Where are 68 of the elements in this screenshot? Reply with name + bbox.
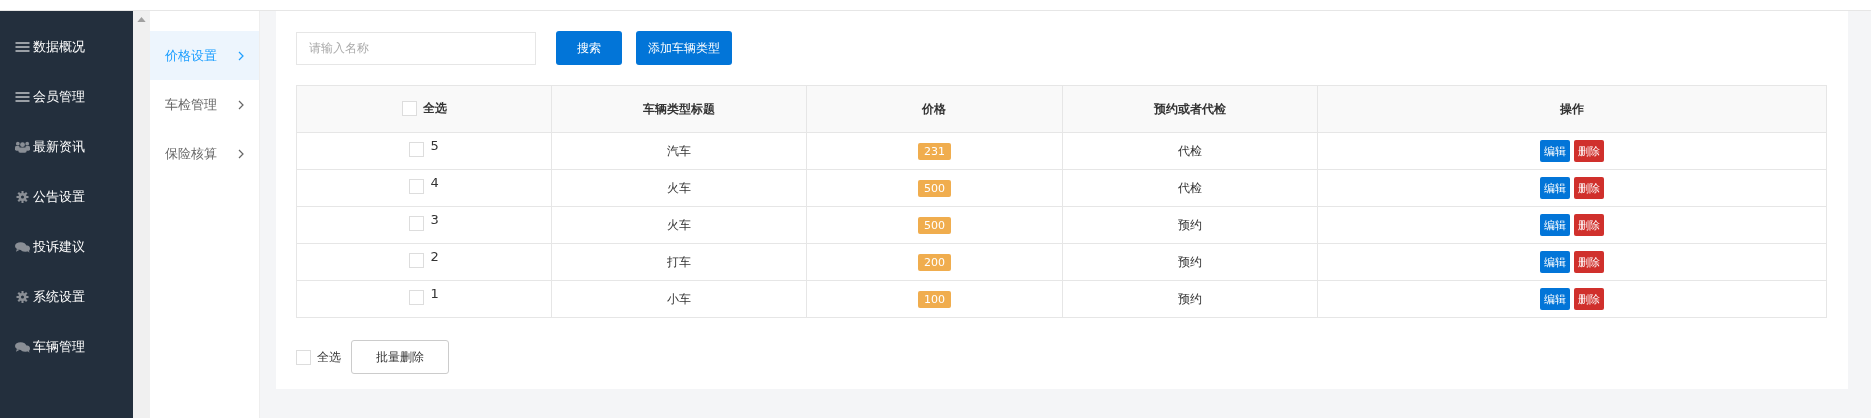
delete-button[interactable]: 删除 [1573,288,1604,310]
edit-button[interactable]: 编辑 [1539,140,1570,162]
edit-button[interactable]: 编辑 [1539,214,1570,236]
column-header: 价格 [806,85,1063,133]
table-cell: 预约 [1062,243,1318,281]
table-cell: 汽车 [551,132,807,170]
price-badge: 100 [917,291,951,308]
price-badge: 500 [917,217,951,234]
delete-button[interactable]: 删除 [1573,177,1604,199]
add-button[interactable]: 添加车辆类型 [636,31,732,65]
sidebar-item[interactable]: 数据概况 [0,22,133,72]
chat-icon [15,241,30,253]
column-header: 操作 [1317,85,1827,133]
table-cell: 小车 [551,280,807,318]
search-field[interactable]: 请输入名称 [296,31,536,65]
menu-icon [15,91,30,103]
column-header: 预约或者代检 [1062,85,1318,133]
column-header: 车辆类型标题 [551,85,807,133]
row-id: 1 [430,286,439,301]
table-cell: 火车 [551,169,807,207]
price-badge: 200 [917,254,951,271]
checkbox[interactable] [401,100,417,116]
table-cell: 预约 [1062,206,1318,244]
gear-icon [15,291,30,303]
delete-button[interactable]: 删除 [1573,140,1604,162]
batch-delete-button[interactable]: 批量删除 [351,340,449,374]
select-all-label: 全选 [422,99,447,117]
select-all-label: 全选 [317,348,341,366]
sidebar-item[interactable]: 车辆管理 [0,322,133,372]
row-id: 3 [430,212,439,227]
sidebar-item[interactable]: 公告设置 [0,172,133,222]
table-cell: 代检 [1062,169,1318,207]
checkbox[interactable] [296,349,311,365]
edit-button[interactable]: 编辑 [1539,288,1570,310]
checkbox[interactable] [409,253,425,268]
search-button[interactable]: 搜索 [556,31,622,65]
row-id: 4 [430,175,439,190]
price-badge: 231 [917,143,951,160]
sidebar-item[interactable]: 最新资讯 [0,122,133,172]
chevron-right-icon [238,99,244,110]
subnav-item[interactable]: 价格设置 [150,31,259,80]
delete-button[interactable]: 删除 [1573,214,1604,236]
chat-icon [15,341,30,353]
subnav-item[interactable]: 车检管理 [150,80,259,129]
scroll-up-icon[interactable] [137,17,146,22]
checkbox[interactable] [409,290,425,305]
gear-icon [15,191,30,203]
users-icon [15,141,30,153]
table-cell: 代检 [1062,132,1318,170]
checkbox[interactable] [409,179,425,194]
checkbox[interactable] [409,216,425,231]
table-cell: 打车 [551,243,807,281]
edit-button[interactable]: 编辑 [1539,177,1570,199]
sidebar-item[interactable]: 会员管理 [0,72,133,122]
price-badge: 500 [917,180,951,197]
row-id: 5 [430,138,439,153]
menu-icon [15,41,30,53]
sidebar-item[interactable]: 系统设置 [0,272,133,322]
sidebar-item[interactable]: 投诉建议 [0,222,133,272]
subnav-item[interactable]: 保险核算 [150,129,259,178]
checkbox[interactable] [409,142,425,157]
table-cell: 火车 [551,206,807,244]
edit-button[interactable]: 编辑 [1539,251,1570,273]
chevron-right-icon [238,148,244,159]
delete-button[interactable]: 删除 [1573,251,1604,273]
table-cell: 预约 [1062,280,1318,318]
chevron-right-icon [238,50,244,61]
row-id: 2 [430,249,439,264]
